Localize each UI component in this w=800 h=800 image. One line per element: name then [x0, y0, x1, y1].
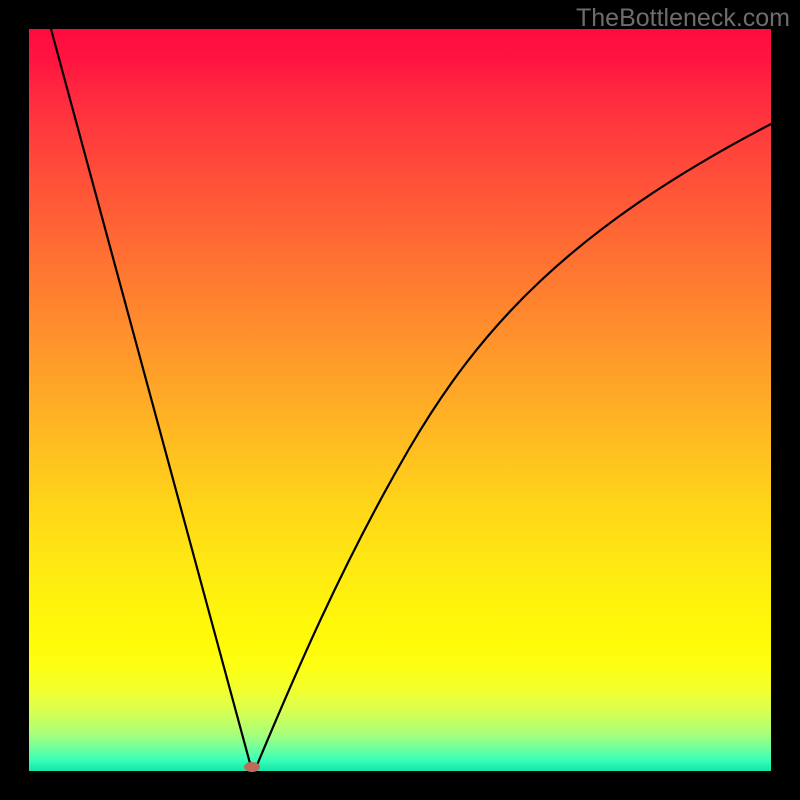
watermark-text: TheBottleneck.com [576, 4, 790, 33]
plot-area [29, 29, 771, 771]
curve-path [51, 29, 771, 768]
bottleneck-curve [29, 29, 771, 771]
chart-frame: TheBottleneck.com [0, 0, 800, 800]
minimum-marker [244, 762, 260, 772]
